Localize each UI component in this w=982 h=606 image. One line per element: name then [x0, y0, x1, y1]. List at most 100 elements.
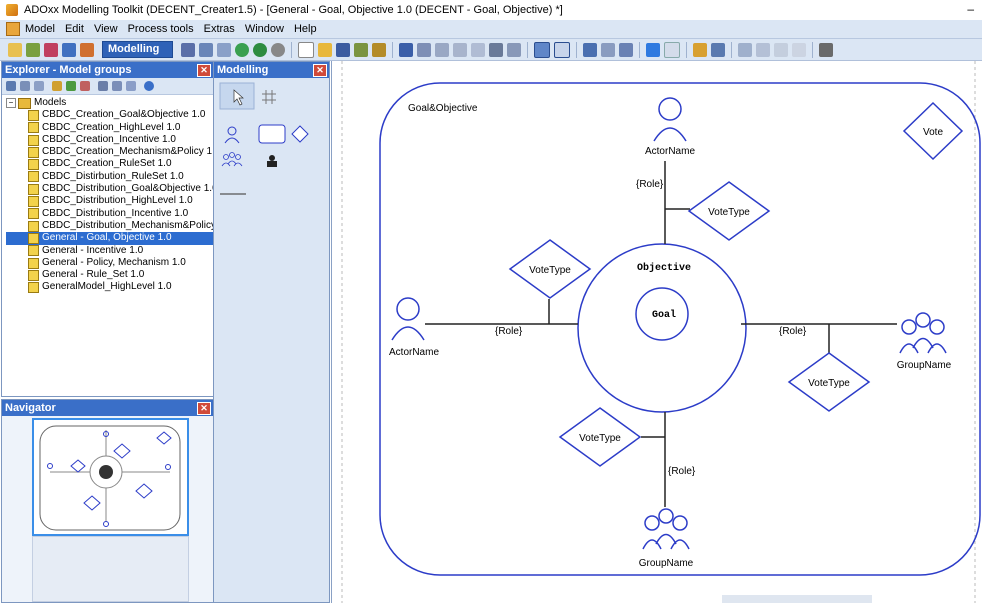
- horizontal-scrollbar[interactable]: [722, 595, 872, 603]
- list-view-icon[interactable]: [20, 81, 30, 91]
- expand-icon[interactable]: [98, 81, 108, 91]
- navigator-viewport[interactable]: [32, 418, 189, 536]
- diagram[interactable]: Goal&Objective Vote Objective Goal Actor…: [332, 61, 982, 603]
- model-tree-item[interactable]: CBDC_Distribution_HighLevel 1.0: [6, 195, 213, 208]
- model-tree-item[interactable]: General - Incentive 1.0: [6, 245, 213, 257]
- info-icon[interactable]: [144, 81, 154, 91]
- component-icon[interactable]: [66, 81, 76, 91]
- model-tree-item-label: CBDC_Creation_HighLevel 1.0: [42, 121, 181, 133]
- settings-icon[interactable]: [819, 42, 833, 57]
- align-icon[interactable]: [646, 42, 660, 57]
- actor-left-icon[interactable]: [391, 297, 425, 341]
- sync-icon[interactable]: [253, 42, 267, 57]
- list-icon[interactable]: [199, 42, 213, 57]
- distribute-icon[interactable]: [756, 42, 770, 57]
- connector-icon[interactable]: [711, 42, 725, 57]
- model-tree-item[interactable]: CBDC_Creation_RuleSet 1.0: [6, 158, 213, 171]
- table-icon[interactable]: [738, 42, 752, 57]
- collapse-icon[interactable]: [112, 81, 122, 91]
- model-tree-item[interactable]: CBDC_Creation_Incentive 1.0: [6, 134, 213, 146]
- model-tree-item[interactable]: General - Rule_Set 1.0: [6, 269, 213, 281]
- close-icon[interactable]: ✕: [197, 402, 211, 415]
- frame-icon[interactable]: [664, 41, 680, 58]
- menu-process-tools[interactable]: Process tools: [128, 23, 194, 35]
- transfer-icon[interactable]: [62, 42, 76, 57]
- model-tree-item[interactable]: GeneralModel_HighLevel 1.0: [6, 281, 213, 294]
- print-icon[interactable]: [372, 42, 386, 57]
- menu-extras[interactable]: Extras: [204, 23, 235, 35]
- sort-icon[interactable]: [126, 81, 136, 91]
- replace-icon[interactable]: [507, 42, 521, 57]
- grid-tool-icon[interactable]: [262, 90, 276, 104]
- copy-icon[interactable]: [453, 42, 467, 57]
- menu-view[interactable]: View: [94, 23, 118, 35]
- model-tree-item[interactable]: CBDC_Creation_HighLevel 1.0: [6, 122, 213, 134]
- new-group-icon[interactable]: [6, 81, 16, 91]
- edit-icon[interactable]: [8, 42, 22, 57]
- model-icon: [28, 171, 39, 183]
- group-bottom-icon[interactable]: [642, 508, 690, 550]
- model-tree-item[interactable]: CBDC_Creation_Goal&Objective 1.0: [6, 109, 213, 121]
- model-tree-item[interactable]: General - Goal, Objective 1.0: [6, 232, 213, 245]
- zoom-out-icon[interactable]: [619, 42, 633, 57]
- stop-icon[interactable]: [271, 42, 285, 57]
- model-tree-item-label: CBDC_Creation_RuleSet 1.0: [42, 158, 172, 170]
- menu-model[interactable]: Model: [25, 23, 55, 35]
- layout-icon[interactable]: [554, 41, 570, 58]
- new-icon[interactable]: [298, 41, 314, 58]
- document-window-icon[interactable]: [6, 22, 20, 36]
- refresh-icon[interactable]: [235, 42, 249, 57]
- home-icon[interactable]: [181, 42, 195, 57]
- tree-view-icon[interactable]: [34, 81, 44, 91]
- collapse-toggle-icon[interactable]: −: [6, 98, 16, 109]
- menu-window[interactable]: Window: [245, 23, 284, 35]
- close-icon[interactable]: ✕: [197, 64, 211, 77]
- edit-model-icon[interactable]: [52, 81, 62, 91]
- votetype-bottom-label: VoteType: [579, 433, 621, 444]
- model-tree-item[interactable]: CBDC_Creation_Mechanism&Policy 1.0: [6, 146, 220, 158]
- open-icon[interactable]: [318, 42, 332, 57]
- group-tool-icon[interactable]: [221, 152, 243, 167]
- goal-tool-icon[interactable]: [267, 155, 277, 167]
- export-icon[interactable]: [354, 42, 368, 57]
- redo-icon[interactable]: [417, 42, 431, 57]
- save-icon[interactable]: [336, 42, 350, 57]
- menu-edit[interactable]: Edit: [65, 23, 84, 35]
- model-tree-item[interactable]: CBDC_Distribution_Incentive 1.0: [6, 208, 213, 220]
- model-tree-item[interactable]: CBDC_Distribution_Mechanism&Policy 1.0: [6, 220, 233, 232]
- tree-icon[interactable]: [217, 42, 231, 57]
- components-icon[interactable]: [26, 42, 40, 57]
- zoom-icon[interactable]: [583, 42, 597, 57]
- model-canvas[interactable]: Goal&Objective Vote Objective Goal Actor…: [331, 61, 982, 603]
- mode-selector[interactable]: Modelling: [102, 41, 173, 58]
- model-tree-item[interactable]: CBDC_Distribution_Goal&Objective 1.0: [6, 183, 218, 195]
- magic-icon[interactable]: [693, 42, 707, 57]
- center-icon[interactable]: [774, 42, 788, 57]
- vote-type-tool-icon[interactable]: [291, 125, 309, 143]
- analysis-icon[interactable]: [44, 42, 58, 57]
- find-icon[interactable]: [489, 42, 503, 57]
- undo-icon[interactable]: [399, 42, 413, 57]
- attribute-icon[interactable]: [80, 81, 90, 91]
- role-left-label: {Role}: [495, 326, 523, 337]
- container-label: Goal&Objective: [408, 103, 478, 114]
- model-tree-item-label: General - Policy, Mechanism 1.0: [42, 256, 186, 268]
- zoom-fit-icon[interactable]: [601, 42, 615, 57]
- snap-icon[interactable]: [792, 42, 806, 57]
- model-tree-item[interactable]: CBDC_Distirbution_RuleSet 1.0: [6, 171, 213, 183]
- minimize-button[interactable]: –: [967, 2, 974, 16]
- menu-help[interactable]: Help: [294, 23, 317, 35]
- model-tree-item[interactable]: General - Policy, Mechanism 1.0: [6, 257, 213, 269]
- actor-top-icon[interactable]: [653, 97, 687, 142]
- tree-root[interactable]: − Models: [6, 97, 213, 109]
- import-icon[interactable]: [80, 42, 94, 57]
- close-icon[interactable]: ✕: [313, 64, 327, 77]
- model-tree-item-label: CBDC_Distirbution_RuleSet 1.0: [42, 170, 184, 182]
- cut-icon[interactable]: [435, 42, 449, 57]
- group-right-icon[interactable]: [899, 312, 947, 354]
- modelling-title: Modelling: [217, 64, 269, 76]
- paste-icon[interactable]: [471, 42, 485, 57]
- container-tool-icon[interactable]: [258, 124, 286, 144]
- grid-icon[interactable]: [534, 41, 550, 58]
- actor-tool-icon[interactable]: [224, 126, 240, 144]
